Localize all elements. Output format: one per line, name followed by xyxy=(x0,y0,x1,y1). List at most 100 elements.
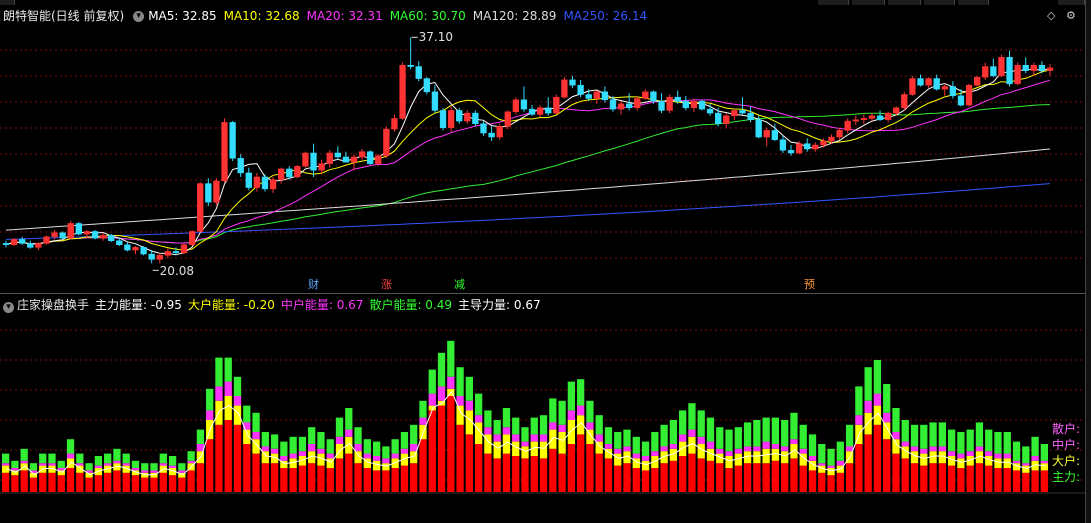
indicator-bar-retail xyxy=(85,463,93,471)
indicator-bar-main xyxy=(985,465,993,492)
indicator-bar-mid xyxy=(326,453,334,459)
indicator-bar-main xyxy=(1012,470,1021,492)
candle-body xyxy=(59,232,66,239)
indicator-bar-main xyxy=(836,472,844,492)
indicator-bar-main xyxy=(910,463,919,492)
indicator-bar-main xyxy=(484,453,492,492)
candle-body xyxy=(10,239,18,245)
indicator-bar-big xyxy=(781,451,789,464)
right-scrollbar[interactable] xyxy=(1085,0,1091,523)
indicator-bar-mid xyxy=(938,446,946,452)
indicator-bar-big xyxy=(233,405,242,425)
indicator-bar-big xyxy=(493,441,501,459)
indicator-bar-retail xyxy=(363,439,371,454)
indicator-bar-main xyxy=(799,465,807,492)
indicator-bar-main xyxy=(419,439,427,492)
indicator-bar-mid xyxy=(790,439,798,444)
indicator-bar-mid xyxy=(1031,456,1039,461)
indicator-bar-big xyxy=(567,420,576,444)
event-marker-reduce[interactable]: 减 xyxy=(453,278,466,291)
indicator-bar-main xyxy=(391,468,399,492)
indicator-bar-main xyxy=(289,468,297,492)
indicator-bar-main xyxy=(206,439,214,492)
indicator-bar-main xyxy=(11,475,19,492)
indicator-bar-main xyxy=(447,396,455,492)
indicator-bar-mid xyxy=(883,412,891,423)
candle-body xyxy=(221,122,228,182)
indicator-bar-mid xyxy=(512,434,520,442)
event-marker-forecast[interactable]: 预 xyxy=(803,278,816,291)
dropdown-icon[interactable]: ▾ xyxy=(3,302,14,313)
indicator-bar-retail xyxy=(771,417,780,444)
indicator-bar-mid xyxy=(1012,460,1021,464)
indicator-bar-retail xyxy=(734,427,742,449)
candle-body xyxy=(917,78,924,86)
candle-body xyxy=(795,143,803,154)
indicator-bar-main xyxy=(150,477,158,492)
indicator-bar-mid xyxy=(224,381,232,396)
candle-body xyxy=(488,132,495,138)
indicator-bar-mid xyxy=(577,405,585,416)
candle-body xyxy=(957,95,965,106)
candle-body xyxy=(868,115,876,119)
indicator-bar-main xyxy=(716,463,724,492)
chart-canvas[interactable] xyxy=(0,0,1085,523)
candle-body xyxy=(205,183,212,203)
indicator-bar-retail xyxy=(122,453,130,464)
candle-body xyxy=(528,108,536,115)
candle-body xyxy=(253,176,261,188)
candle-body xyxy=(1014,64,1021,85)
candle-body xyxy=(67,223,74,239)
candle-body xyxy=(27,243,34,248)
event-marker-financial[interactable]: 财 xyxy=(307,278,320,291)
indicator-bar-main xyxy=(743,463,752,492)
indicator-bar-mid xyxy=(280,456,288,461)
indicator-bar-main xyxy=(975,463,984,492)
indicator-bar-mid xyxy=(345,429,353,437)
candle-body xyxy=(1022,64,1029,71)
indicator-bar-mid xyxy=(716,448,724,454)
indicator-title: 庄家操盘换手 xyxy=(17,298,90,312)
indicator-bar-retail xyxy=(206,388,214,411)
indicator-bar-retail xyxy=(104,453,112,464)
indicator-bar-main xyxy=(790,458,798,492)
indicator-bar-mid xyxy=(493,434,501,442)
indicator-bar-main xyxy=(753,463,761,492)
panel-divider[interactable] xyxy=(0,293,1085,294)
indicator-bar-mid xyxy=(910,446,919,452)
candle-body xyxy=(480,123,487,134)
indicator-bar-main xyxy=(725,468,733,492)
indicator-bar-main xyxy=(187,470,195,492)
indicator-bar-main xyxy=(697,458,705,492)
candle-body xyxy=(763,130,770,138)
indicator-bar-main xyxy=(734,465,742,492)
indicator-bar-big xyxy=(539,441,548,459)
indicator-bar-retail xyxy=(512,417,520,435)
indicator-bar-retail xyxy=(818,444,826,464)
high-price-label: 37.10 xyxy=(418,30,453,45)
indicator-bar-retail xyxy=(419,400,427,418)
candle-body xyxy=(294,166,301,178)
indicator-bar-retail xyxy=(456,367,464,396)
indicator-bar-big xyxy=(697,444,705,459)
indicator-bar-mid xyxy=(966,451,974,456)
candle-body xyxy=(698,100,706,110)
indicator-bar-main xyxy=(762,463,770,492)
indicator-bar-big xyxy=(920,453,928,466)
indicator-bar-main xyxy=(270,463,279,492)
indicator-legend-item-3: 主力: xyxy=(1052,470,1081,484)
event-marker-limit-up[interactable]: 涨 xyxy=(380,278,393,291)
indicator-bar-main xyxy=(2,472,10,492)
candle-body xyxy=(237,158,244,174)
indicator-header: ▾ 庄家操盘换手 主力能量: -0.95 大户能量: -0.20 中户能量: 0.67 散… xyxy=(0,296,547,313)
indicator-legend-item-0: 散户: xyxy=(1052,422,1081,436)
candle-body xyxy=(674,96,681,102)
indicator-bar-retail xyxy=(725,429,733,452)
indicator-bar-retail xyxy=(892,408,900,432)
indicator-bar-mid xyxy=(855,415,863,425)
indicator-bar-mid xyxy=(818,463,826,466)
indicator-bar-retail xyxy=(669,420,678,444)
indicator-bar-retail xyxy=(233,376,242,396)
indicator-bar-mid xyxy=(586,422,594,430)
indicator-bar-main xyxy=(883,439,891,492)
